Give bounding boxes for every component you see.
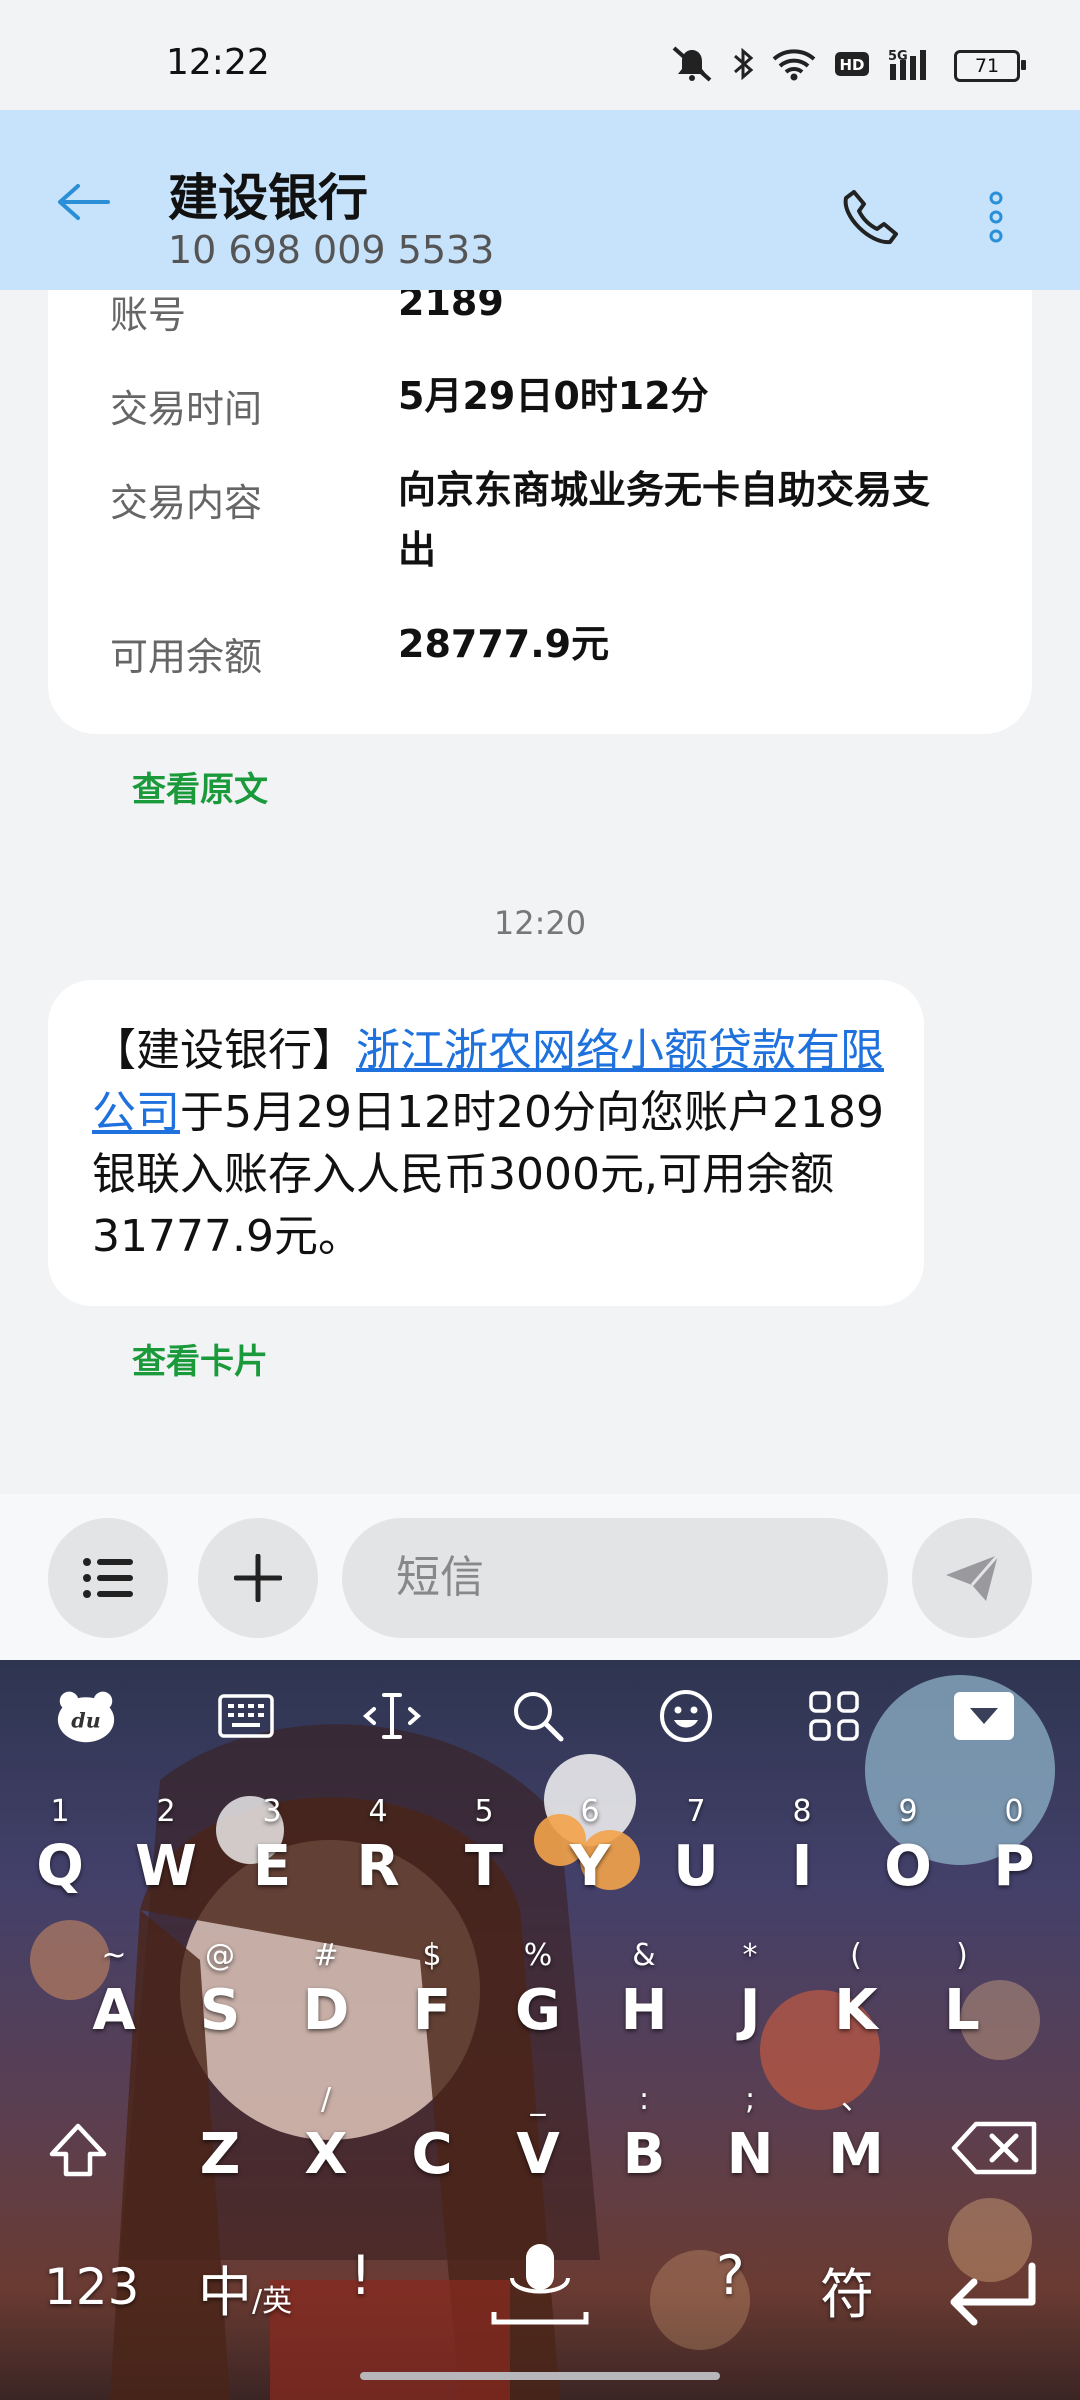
status-time: 12:22 (166, 42, 270, 83)
language-switch-key[interactable]: 中/英 (198, 2248, 292, 2327)
message-text: 【建设银行】浙江浙农网络小额贷款有限公司于5月29日12时20分向您账户2189… (92, 1020, 892, 1268)
key-e[interactable]: 3E (222, 1792, 322, 1912)
lang-sub: /英 (252, 2284, 293, 2319)
key-o[interactable]: 9O (858, 1792, 958, 1912)
backspace-icon (951, 2121, 1037, 2175)
apps-grid-icon[interactable] (804, 1686, 864, 1746)
hide-keyboard-icon[interactable] (952, 1686, 1016, 1746)
quick-reply-button[interactable] (48, 1518, 168, 1638)
bluetooth-icon (732, 46, 754, 86)
key-n[interactable]: ; N (700, 2080, 800, 2200)
conversation-header: 建设银行 10 698 009 5533 (0, 110, 1080, 290)
key-b[interactable]: :B (594, 2080, 694, 2200)
key-t[interactable]: 5T (434, 1792, 534, 1912)
row-value: 向京东商城业务无卡自助交易支出 (398, 468, 931, 572)
key-a[interactable]: ~ A (64, 1936, 164, 2056)
question-key[interactable]: ? (716, 2244, 745, 2307)
row-label: 可用余额 (110, 635, 263, 679)
message-timestamp: 12:20 (493, 904, 587, 942)
keyboard: du 1Q 2W 3E 4R 5T 6Y 7U 8I 9O 0P ~ A @ S… (0, 1660, 1080, 2400)
transaction-card: 账号 2189 交易时间 5月29日0时12分 交易内容 向京东商城业务无卡自助… (48, 240, 1032, 734)
microphone-icon (491, 2244, 589, 2325)
mute-icon (670, 46, 714, 86)
key-p[interactable]: 0P (964, 1792, 1064, 1912)
key-j[interactable]: * J (700, 1936, 800, 2056)
lang-main: 中 (198, 2261, 252, 2324)
key-d[interactable]: # D (276, 1936, 376, 2056)
row-label: 交易内容 (110, 481, 263, 525)
baidu-logo-icon[interactable]: du (56, 1686, 116, 1746)
phone-call-icon[interactable] (840, 188, 898, 246)
key-i[interactable]: 8I (752, 1792, 852, 1912)
view-original-link[interactable]: 查看原文 (132, 762, 268, 811)
search-icon[interactable] (508, 1686, 568, 1746)
send-icon (946, 1554, 1000, 1601)
key-h[interactable]: & H (594, 1936, 694, 2056)
key-g[interactable]: % G (488, 1936, 588, 2056)
message-bubble: 【建设银行】浙江浙农网络小额贷款有限公司于5月29日12时20分向您账户2189… (48, 980, 924, 1306)
backspace-key[interactable] (940, 2080, 1050, 2200)
add-attachment-button[interactable] (198, 1518, 318, 1638)
battery-indicator: 71 (954, 50, 1026, 82)
enter-key[interactable] (944, 2260, 1044, 2330)
wifi-icon (772, 47, 816, 85)
home-indicator[interactable] (360, 2372, 720, 2380)
key-q[interactable]: 1Q (10, 1792, 110, 1912)
key-k[interactable]: (K (806, 1936, 906, 2056)
plus-icon (234, 1554, 282, 1602)
key-y[interactable]: 6Y (540, 1792, 640, 1912)
key-u[interactable]: 7U (646, 1792, 746, 1912)
row-value: 5月29日0时12分 (398, 374, 709, 418)
key-f[interactable]: $ F (382, 1936, 482, 2056)
row-value: 28777.9元 (398, 622, 610, 666)
status-bar: 12:22 HD 5G 71 (0, 0, 1080, 110)
key-s[interactable]: @ S (170, 1936, 270, 2056)
numbers-key[interactable]: 123 (44, 2258, 139, 2316)
status-icons: HD 5G 71 (670, 46, 1026, 86)
back-arrow-icon[interactable] (54, 182, 110, 222)
list-icon (83, 1558, 133, 1598)
key-r[interactable]: 4R (328, 1792, 428, 1912)
keyboard-toolbar: du (0, 1660, 1080, 1770)
svg-text:HD: HD (839, 56, 864, 74)
enter-icon (950, 2262, 1036, 2326)
send-button[interactable] (912, 1518, 1032, 1638)
more-options-icon[interactable] (984, 190, 1008, 244)
exclamation-key[interactable]: ! (350, 2244, 372, 2307)
keyboard-layout-icon[interactable] (216, 1686, 276, 1746)
symbols-key[interactable]: 符 (820, 2250, 874, 2329)
key-w[interactable]: 2W (116, 1792, 216, 1912)
text-cursor-icon[interactable] (362, 1686, 422, 1746)
contact-number: 10 698 009 5533 (168, 228, 495, 272)
shift-key[interactable] (28, 2080, 128, 2200)
svg-text:du: du (71, 1708, 100, 1732)
sms-input[interactable]: 短信 (342, 1518, 888, 1638)
key-z[interactable]: Z (170, 2080, 270, 2200)
contact-name: 建设银行 (168, 169, 368, 227)
view-card-link[interactable]: 查看卡片 (132, 1334, 268, 1383)
message-prefix: 【建设银行】 (92, 1025, 356, 1076)
space-key[interactable] (488, 2240, 592, 2330)
hd-icon: HD (834, 50, 870, 82)
row-label: 账号 (110, 293, 187, 337)
emoji-icon[interactable] (656, 1686, 716, 1746)
compose-bar: 短信 (0, 1494, 1080, 1660)
key-m[interactable]: 、 M (806, 2080, 906, 2200)
key-v[interactable]: _ V (488, 2080, 588, 2200)
key-l[interactable]: ) L (912, 1936, 1012, 2056)
message-body: 于5月29日12时20分向您账户2189银联入账存入人民币3000元,可用余额3… (92, 1087, 884, 1262)
shift-icon (49, 2123, 107, 2177)
signal-5g-icon: 5G (888, 46, 936, 86)
key-c[interactable]: C (382, 2080, 482, 2200)
key-x[interactable]: / X (276, 2080, 376, 2200)
row-label: 交易时间 (110, 387, 263, 431)
